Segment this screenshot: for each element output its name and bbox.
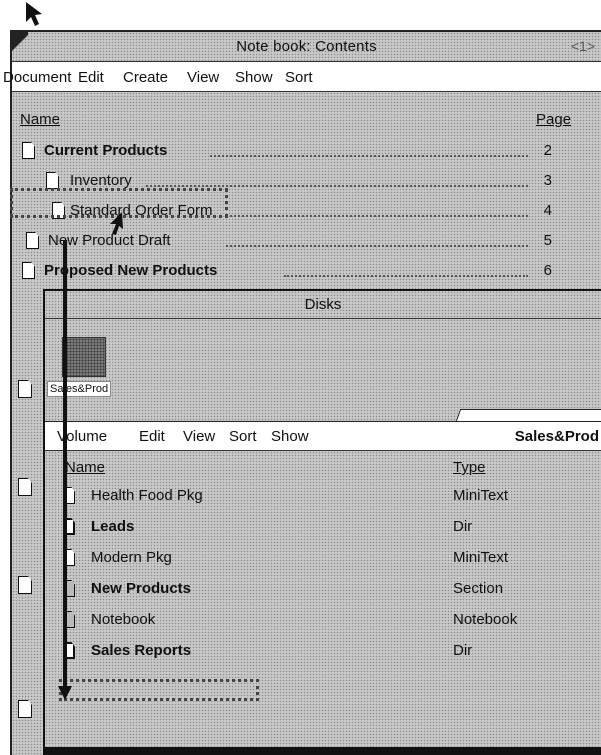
disks-title: Disks [304, 296, 342, 313]
contents-row[interactable]: Current Products 2 [12, 140, 572, 164]
volume-menubar: Volume Edit View Sort Show Sales&Prod [45, 421, 601, 451]
dot-leader [210, 155, 528, 157]
drag-arrow-head-icon [58, 686, 72, 700]
disks-titlebar[interactable]: Disks [45, 291, 601, 319]
file-name: Notebook [91, 611, 156, 628]
volume-file-list: Name Type Health Food Pkg MiniText Leads… [45, 451, 601, 751]
file-name: New Products [91, 580, 192, 597]
document-icon [22, 142, 35, 159]
row-page: 5 [543, 232, 552, 249]
row-page: 4 [543, 202, 552, 219]
menu-create[interactable]: Create [123, 69, 168, 86]
file-row[interactable]: Modern Pkg MiniText [45, 546, 601, 570]
document-icon [26, 232, 39, 249]
page-indicator: <1> [570, 38, 595, 54]
menu-edit[interactable]: Edit [139, 428, 165, 445]
document-icon [46, 172, 59, 189]
menu-sort[interactable]: Sort [229, 428, 257, 445]
file-type: Dir [453, 518, 473, 535]
row-label: Current Products [44, 142, 168, 159]
notebook-titlebar[interactable]: Note book: Contents <1> [10, 30, 601, 62]
dot-leader [146, 185, 528, 187]
file-name: Health Food Pkg [91, 487, 203, 504]
menu-edit[interactable]: Edit [78, 69, 104, 86]
dot-leader [284, 275, 528, 277]
document-icon [18, 478, 32, 496]
bottom-border [43, 747, 601, 755]
file-type: Section [453, 580, 504, 597]
mouse-pointer-icon [110, 212, 123, 235]
document-icon [22, 262, 35, 279]
disks-shelf: Sales&Prod [45, 319, 601, 423]
column-header-name[interactable]: Name [65, 459, 105, 476]
column-header-page[interactable]: Page [536, 111, 571, 128]
row-label: Proposed New Products [44, 262, 218, 279]
file-name: Sales Reports [91, 642, 192, 659]
disks-window: Disks Sales&Prod Volume Edit View Sort S… [43, 289, 601, 751]
dot-leader [226, 245, 528, 247]
file-row[interactable]: New Products Section [45, 577, 601, 601]
dot-leader [226, 215, 528, 217]
disk-label[interactable]: Sales&Prod [47, 381, 112, 397]
file-type: MiniText [453, 549, 509, 566]
file-type: Dir [453, 642, 473, 659]
column-header-name[interactable]: Name [20, 111, 60, 128]
row-page: 3 [543, 172, 552, 189]
file-row[interactable]: Notebook Notebook [45, 608, 601, 632]
row-page: 2 [543, 142, 552, 159]
file-name: Leads [91, 518, 135, 535]
column-header-type[interactable]: Type [453, 459, 486, 476]
drop-target-outline [59, 679, 259, 701]
document-icon [18, 576, 32, 594]
menu-view[interactable]: View [187, 69, 219, 86]
row-label: Inventory [70, 172, 132, 189]
file-type: MiniText [453, 487, 509, 504]
contents-row-selected[interactable]: New Product Draft 5 [12, 230, 572, 254]
contents-row[interactable]: Proposed New Products 6 [12, 260, 572, 284]
menu-show[interactable]: Show [271, 428, 309, 445]
notebook-title: Note book: Contents [236, 38, 377, 55]
file-row[interactable]: Sales Reports Dir [45, 639, 601, 663]
file-name: Modern Pkg [91, 549, 172, 566]
file-row[interactable]: Health Food Pkg MiniText [45, 484, 601, 508]
document-icon [18, 380, 32, 398]
menu-document[interactable]: Document [3, 69, 71, 86]
volume-name: Sales&Prod [514, 428, 599, 445]
disk-icon[interactable] [62, 337, 106, 377]
menu-view[interactable]: View [183, 428, 215, 445]
file-type: Notebook [453, 611, 518, 628]
document-icon [18, 700, 32, 718]
file-row[interactable]: Leads Dir [45, 515, 601, 539]
row-page: 6 [543, 262, 552, 279]
drag-arrow-line [63, 240, 67, 692]
notebook-menubar: Document Edit Create View Show Sort [3, 62, 601, 92]
menu-sort[interactable]: Sort [285, 69, 313, 86]
menu-show[interactable]: Show [235, 69, 273, 86]
